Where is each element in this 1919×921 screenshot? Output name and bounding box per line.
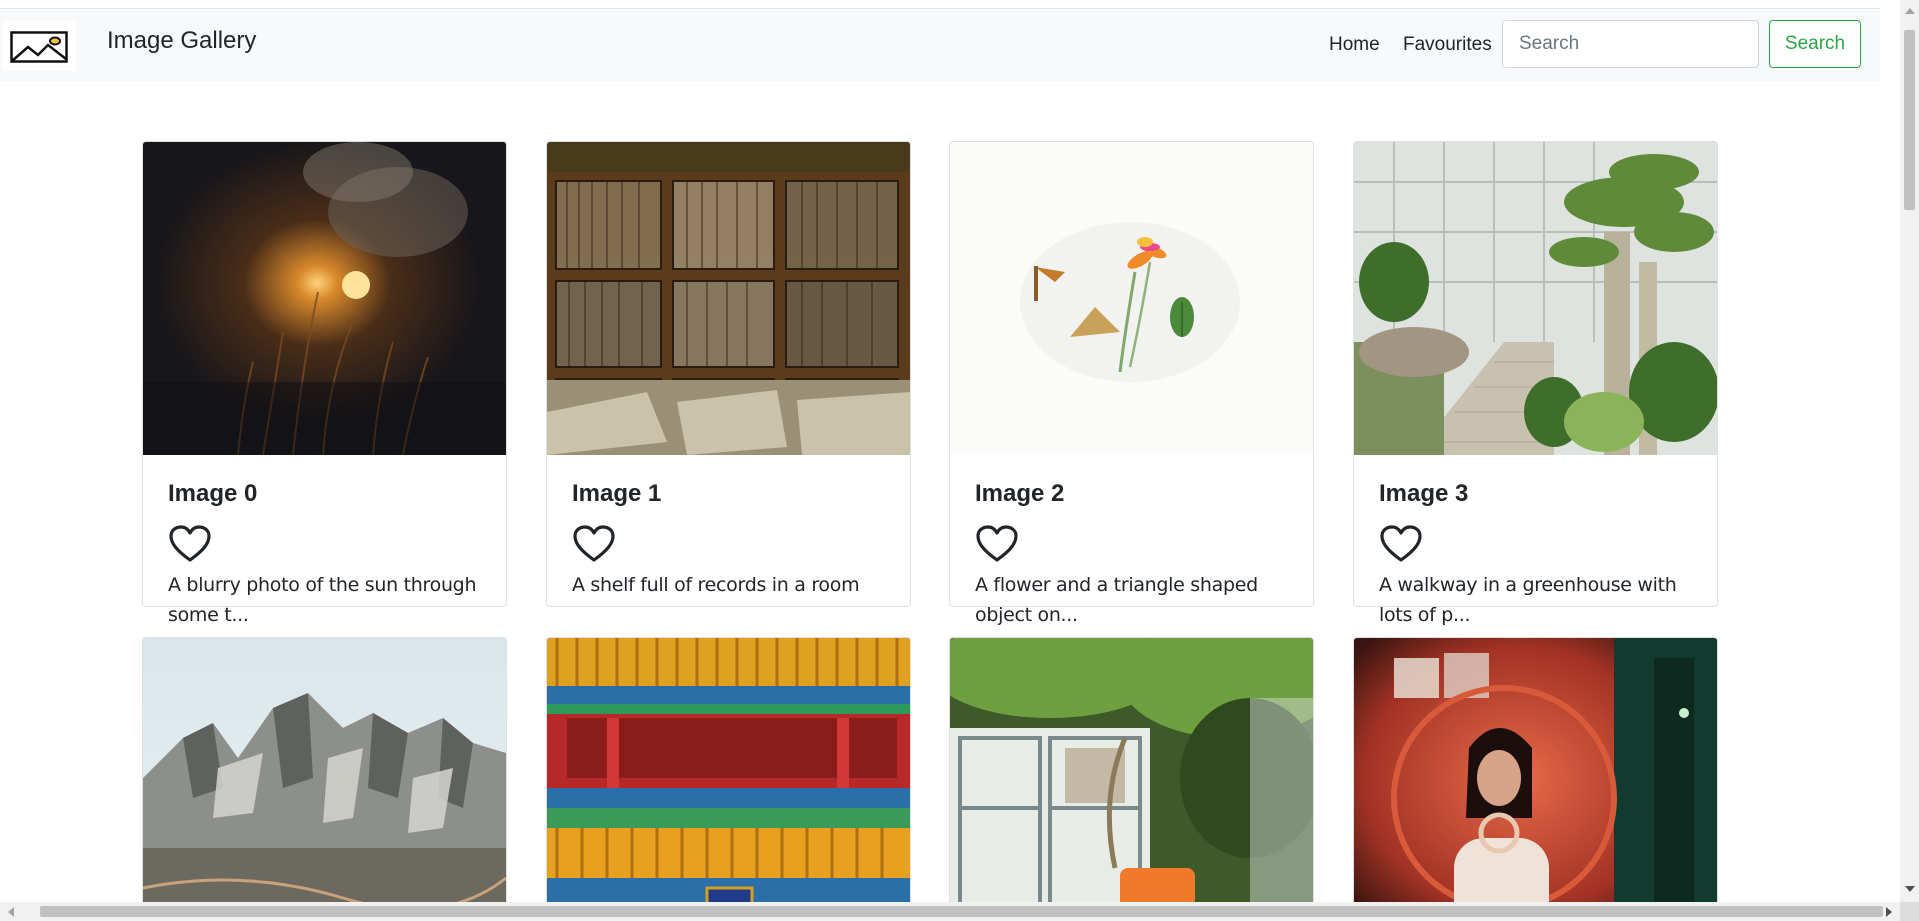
- horizontal-scrollbar[interactable]: [0, 902, 1900, 921]
- card-body: Image 0 A blurry photo of the sun throug…: [168, 480, 488, 630]
- gallery-card[interactable]: Image 1 A shelf full of records in a roo…: [546, 141, 911, 607]
- card-title: Image 3: [1379, 480, 1469, 507]
- gallery-card[interactable]: [949, 637, 1314, 902]
- scroll-right-arrow-icon[interactable]: [1886, 907, 1892, 917]
- nav-link-favourites[interactable]: Favourites: [1403, 34, 1492, 56]
- card-body: Image 1 A shelf full of records in a roo…: [572, 480, 892, 600]
- navbar: Image Gallery Home Favourites Search: [0, 9, 1880, 81]
- gallery-card[interactable]: [546, 637, 911, 902]
- heart-icon[interactable]: [168, 524, 212, 564]
- card-image-flower[interactable]: [950, 142, 1313, 455]
- heart-icon[interactable]: [975, 524, 1019, 564]
- scroll-down-arrow-icon[interactable]: [1905, 886, 1915, 892]
- search-button[interactable]: Search: [1769, 20, 1861, 68]
- gallery-card[interactable]: [1353, 637, 1718, 902]
- scroll-left-arrow-icon[interactable]: [8, 907, 14, 917]
- card-image-portrait[interactable]: [1354, 638, 1717, 902]
- card-image-mountains[interactable]: [143, 638, 506, 902]
- gallery-card[interactable]: Image 3 A walkway in a greenhouse with l…: [1353, 141, 1718, 626]
- nav-link-home[interactable]: Home: [1329, 34, 1380, 56]
- card-description: A blurry photo of the sun through some t…: [168, 574, 477, 626]
- heart-icon[interactable]: [1379, 524, 1423, 564]
- card-image-records[interactable]: [547, 142, 910, 455]
- card-image-temple[interactable]: [547, 638, 910, 902]
- card-body: Image 3 A walkway in a greenhouse with l…: [1379, 480, 1699, 630]
- vertical-scrollbar-thumb[interactable]: [1904, 30, 1915, 210]
- card-title: Image 2: [975, 480, 1065, 507]
- card-title: Image 1: [572, 480, 662, 507]
- search-input[interactable]: [1502, 20, 1759, 68]
- card-description: A walkway in a greenhouse with lots of p…: [1379, 574, 1677, 626]
- card-image-sunset[interactable]: [143, 142, 506, 455]
- card-title: Image 0: [168, 480, 258, 507]
- gallery-card[interactable]: Image 0 A blurry photo of the sun throug…: [142, 141, 507, 626]
- scrollbar-corner: [1900, 902, 1919, 921]
- card-description: A flower and a triangle shaped object on…: [975, 574, 1258, 626]
- image-icon: [10, 31, 68, 63]
- brand-logo[interactable]: [2, 21, 76, 71]
- heart-icon[interactable]: [572, 524, 616, 564]
- horizontal-scrollbar-thumb[interactable]: [40, 906, 1883, 917]
- vertical-scrollbar[interactable]: [1900, 0, 1919, 902]
- gallery-card[interactable]: [142, 637, 507, 902]
- gallery-card[interactable]: Image 2 A flower and a triangle shaped o…: [949, 141, 1314, 626]
- brand-title[interactable]: Image Gallery: [107, 27, 256, 55]
- scroll-up-arrow-icon[interactable]: [1905, 8, 1915, 14]
- card-image-greenhouse[interactable]: [1354, 142, 1717, 455]
- card-description: A shelf full of records in a room: [572, 574, 860, 596]
- card-body: Image 2 A flower and a triangle shaped o…: [975, 480, 1295, 630]
- page-viewport: Image Gallery Home Favourites Search Sea…: [0, 0, 1900, 902]
- card-image-storefront[interactable]: [950, 638, 1313, 902]
